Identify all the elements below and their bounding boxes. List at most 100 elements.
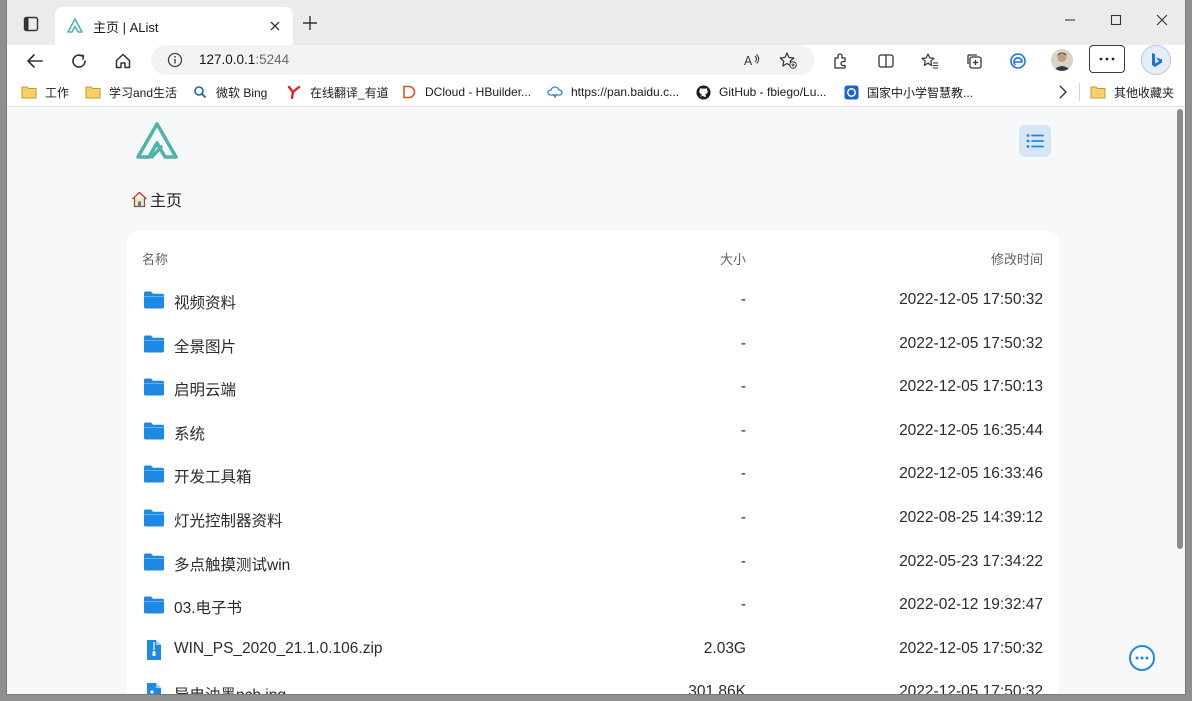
folder-icon: [21, 84, 37, 100]
file-size: -: [740, 509, 746, 526]
file-size: -: [740, 552, 746, 570]
breadcrumb-home-link[interactable]: 主页: [150, 187, 182, 211]
file-name[interactable]: 系统: [174, 422, 205, 444]
file-modified: 2022-12-05 17:50:13: [899, 378, 1043, 396]
bookmark-item[interactable]: https://pan.baidu.c...: [547, 82, 679, 102]
file-row[interactable]: 开发工具箱 - 2022-12-05 16:33:46: [127, 453, 1059, 497]
file-name[interactable]: 03.电子书: [174, 596, 242, 618]
profile-avatar[interactable]: [1051, 49, 1073, 71]
page-scrollbar[interactable]: [1177, 109, 1183, 549]
address-bar[interactable]: 127.0.0.1:5244 A: [151, 45, 815, 75]
folder-icon: [143, 290, 165, 312]
bookmark-item[interactable]: 微软 Bing: [192, 82, 267, 102]
file-modified: 2022-12-05 16:33:46: [899, 465, 1043, 483]
tab-actions-icon[interactable]: [19, 12, 43, 36]
other-favorites-label: 其他收藏夹: [1114, 85, 1175, 100]
bookmark-item[interactable]: 国家中小学智慧教...: [843, 82, 973, 102]
baidu-icon: [547, 84, 563, 100]
folder-icon: [143, 334, 165, 356]
folder-icon: [85, 84, 101, 100]
file-row[interactable]: WIN_PS_2020_21.1.0.106.zip 2.03G 2022-12-0…: [127, 628, 1059, 672]
more-bookmarks-chevron-icon[interactable]: [1058, 82, 1068, 102]
bookmark-item[interactable]: 在线翻译_有道: [286, 82, 389, 102]
folder-icon: [143, 421, 165, 443]
url-text[interactable]: 127.0.0.1:5244: [199, 52, 289, 67]
alist-logo-icon[interactable]: [135, 121, 179, 161]
collections-icon[interactable]: [961, 48, 987, 74]
file-modified: 2022-12-05 17:50:32: [899, 291, 1043, 308]
ellipsis-icon: [1135, 656, 1149, 660]
read-aloud-icon[interactable]: A: [743, 51, 761, 69]
file-list-header: 名称 大小 修改时间: [127, 245, 1059, 269]
file-row[interactable]: 多点触摸测试win - 2022-05-23 17:34:22: [127, 541, 1059, 585]
other-favorites[interactable]: 其他收藏夹: [1090, 82, 1174, 102]
file-name[interactable]: 多点触摸测试win: [174, 553, 290, 575]
more-actions-button[interactable]: [1129, 645, 1155, 671]
extensions-icon[interactable]: [827, 48, 853, 74]
bookmark-item[interactable]: DCloud - HBuilder...: [401, 82, 531, 102]
layout-list-toggle-button[interactable]: [1019, 125, 1051, 157]
bookmark-label: https://pan.baidu.c...: [571, 85, 680, 99]
browser-window: 主页 | AList 127.0.0.1:5244 A 工作 学习and生活 微…: [7, 0, 1185, 694]
folder-icon: [143, 595, 165, 617]
file-name[interactable]: 全景图片: [174, 335, 236, 357]
split-screen-icon[interactable]: [873, 48, 899, 74]
bing-copilot-icon[interactable]: [1141, 45, 1171, 75]
site-info-icon[interactable]: [167, 52, 183, 68]
file-row[interactable]: 启明云端 - 2022-12-05 17:50:13: [127, 366, 1059, 410]
url-port: :5244: [255, 52, 290, 67]
file-row[interactable]: 03.电子书 - 2022-02-12 19:32:47: [127, 584, 1059, 628]
bookmark-item[interactable]: 学习and生活: [85, 82, 177, 102]
settings-more-button[interactable]: [1089, 45, 1125, 73]
youdao-icon: [286, 84, 302, 100]
url-host: 127.0.0.1: [199, 52, 256, 67]
column-header-name[interactable]: 名称: [142, 249, 168, 268]
image-file-icon: [143, 682, 165, 694]
minimize-icon[interactable]: [1047, 0, 1093, 40]
add-favorite-icon[interactable]: [779, 51, 797, 69]
file-name[interactable]: 启明云端: [174, 378, 236, 400]
back-icon[interactable]: [22, 48, 48, 74]
bookmark-label: DCloud - HBuilder...: [425, 85, 532, 99]
column-header-modified[interactable]: 修改时间: [991, 249, 1043, 268]
bookmark-item[interactable]: GitHub - fbiego/Lu...: [695, 82, 826, 102]
refresh-icon[interactable]: [66, 48, 92, 74]
home-icon[interactable]: [110, 48, 136, 74]
file-name[interactable]: WIN_PS_2020_21.1.0.106.zip: [174, 640, 383, 658]
file-name[interactable]: 视频资料: [174, 291, 236, 313]
column-header-size[interactable]: 大小: [720, 249, 746, 268]
edge-icon[interactable]: [1005, 48, 1031, 74]
bookmark-label: GitHub - fbiego/Lu...: [719, 85, 827, 99]
folder-icon: [143, 464, 165, 486]
dcloud-icon: [401, 84, 417, 100]
bookmarks-divider: [1079, 83, 1080, 101]
file-name[interactable]: 灯光控制器资料: [174, 509, 283, 531]
file-row[interactable]: 全景图片 - 2022-12-05 17:50:32: [127, 323, 1059, 367]
file-row[interactable]: 导电油墨pcb.jpg 301.86K 2022-12-05 17:50:32: [127, 671, 1059, 694]
home-icon[interactable]: [131, 191, 148, 208]
file-size: 2.03G: [703, 639, 746, 657]
tab-active[interactable]: 主页 | AList: [55, 7, 293, 45]
window-close-icon[interactable]: [1139, 0, 1185, 40]
close-tab-icon[interactable]: [267, 18, 283, 34]
file-size: 301.86K: [688, 683, 746, 694]
github-icon: [695, 84, 711, 100]
file-row[interactable]: 系统 - 2022-12-05 16:35:44: [127, 410, 1059, 454]
folder-icon: [1090, 84, 1106, 100]
file-name[interactable]: 导电油墨pcb.jpg: [174, 683, 286, 694]
file-modified: 2022-02-12 19:32:47: [899, 596, 1043, 614]
bookmark-label: 学习and生活: [109, 85, 178, 100]
file-row[interactable]: 视频资料 - 2022-12-05 17:50:32: [127, 279, 1059, 323]
file-row[interactable]: 灯光控制器资料 - 2022-08-25 14:39:12: [127, 497, 1059, 541]
favorites-icon[interactable]: [917, 48, 943, 74]
new-tab-icon[interactable]: [301, 14, 319, 32]
maximize-icon[interactable]: [1093, 0, 1139, 40]
bookmark-item[interactable]: 工作: [21, 82, 69, 102]
file-size: -: [740, 291, 746, 308]
file-modified: 2022-08-25 14:39:12: [899, 509, 1043, 526]
tab-title: 主页 | AList: [93, 19, 159, 35]
file-modified: 2022-12-05 17:50:32: [899, 683, 1043, 694]
browser-toolbar: 127.0.0.1:5244 A: [7, 45, 1185, 77]
file-name[interactable]: 开发工具箱: [174, 465, 252, 487]
file-modified: 2022-12-05 17:50:32: [899, 639, 1043, 657]
